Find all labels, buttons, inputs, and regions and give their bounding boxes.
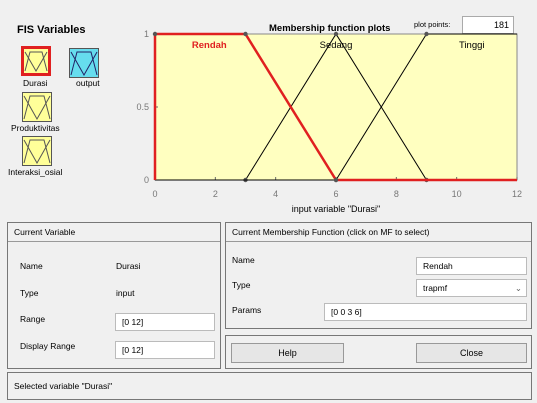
mf-params-label: Params — [232, 305, 262, 315]
range-input[interactable]: [0 12] — [115, 313, 215, 331]
cv-name-value: Durasi — [116, 261, 141, 271]
display-range-input[interactable]: [0 12] — [115, 341, 215, 359]
cv-name-label: Name — [20, 261, 43, 271]
x-tick-label: 8 — [394, 189, 399, 199]
x-tick-label: 2 — [213, 189, 218, 199]
current-variable-header: Current Variable — [8, 223, 220, 242]
mf-vertex-marker — [152, 31, 158, 37]
mf-type-label: Type — [232, 280, 251, 290]
current-variable-panel: Current Variable Name Durasi Type input … — [7, 222, 221, 369]
mf-name-input[interactable]: Rendah — [416, 257, 527, 275]
mf-params-input[interactable]: [0 0 3 6] — [324, 303, 527, 321]
x-tick-label: 0 — [152, 189, 157, 199]
mf-label-tinggi: Tinggi — [459, 40, 485, 51]
mf-type-value: trapmf — [423, 283, 448, 293]
current-mf-header: Current Membership Function (click on MF… — [226, 223, 531, 242]
y-tick-label: 0 — [144, 175, 149, 185]
status-text: Selected variable "Durasi" — [14, 381, 113, 391]
current-mf-panel: Current Membership Function (click on MF… — [225, 222, 532, 329]
mf-type-select[interactable]: trapmf ⌄ — [416, 279, 527, 297]
x-tick-label: 6 — [333, 189, 338, 199]
cv-type-label: Type — [20, 288, 39, 298]
mf-label-sedang: Sedang — [320, 40, 353, 51]
close-button[interactable]: Close — [416, 343, 527, 363]
mf-vertex-marker — [243, 31, 248, 37]
mf-vertex-marker — [333, 177, 339, 183]
status-bar: Selected variable "Durasi" — [7, 372, 532, 400]
chevron-down-icon: ⌄ — [514, 283, 522, 293]
cv-type-value: input — [116, 288, 135, 298]
mf-plot[interactable]: 0 2 4 6 8 10 12 0 0.5 1 input variable "Durasi" Ren… — [0, 0, 537, 220]
mf-vertex-marker — [333, 31, 339, 37]
help-button[interactable]: Help — [231, 343, 344, 363]
x-tick-label: 4 — [273, 189, 278, 199]
x-axis-label: input variable "Durasi" — [292, 204, 380, 214]
x-tick-label: 12 — [512, 189, 522, 199]
plot-area — [154, 33, 518, 181]
x-tick-label: 10 — [452, 189, 462, 199]
mf-name-label: Name — [232, 255, 255, 265]
mf-label-rendah: Rendah — [192, 40, 227, 51]
button-bar: Help Close — [225, 335, 532, 369]
mf-vertex-marker — [424, 31, 429, 37]
y-tick-label: 1 — [144, 29, 149, 39]
y-tick-label: 0.5 — [136, 102, 149, 112]
cv-display-range-label: Display Range — [20, 341, 76, 351]
cv-range-label: Range — [20, 314, 46, 324]
